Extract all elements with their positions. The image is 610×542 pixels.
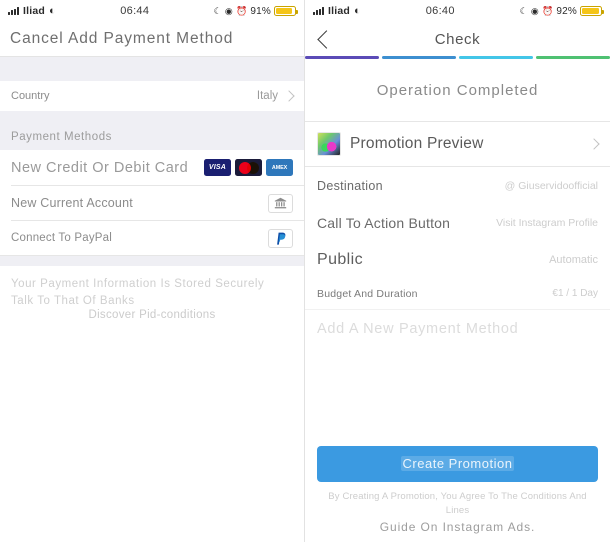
amex-icon: AMEX (266, 159, 293, 176)
signal-bars-icon (313, 7, 324, 15)
rotation-lock-icon: ◉ (530, 5, 539, 16)
chevron-right-icon (283, 90, 295, 102)
method-row-paypal[interactable]: Connect To PayPal (0, 221, 304, 255)
method-row-new-card[interactable]: New Credit Or Debit Card VISA AMEX (0, 150, 304, 185)
terms-note: By Creating A Promotion, You Agree To Th… (317, 490, 598, 537)
wifi-icon: ◐ (49, 4, 56, 17)
dual-phone-screenshot: Iliad ◐ 06:44 ☾ ◉ ⏰ 91% Cancel Add Payme… (0, 0, 610, 542)
progress-segment-2 (382, 56, 456, 59)
alarm-icon: ⏰ (541, 5, 554, 16)
progress-segment-4 (536, 56, 610, 59)
page-title-left[interactable]: Cancel Add Payment Method (10, 30, 233, 48)
bank-icon (268, 193, 293, 213)
status-right-group: ☾ ◉ ⏰ 92% (519, 5, 604, 17)
detail-label-destination: Destination (317, 178, 383, 193)
spacer-after-country (0, 111, 304, 123)
alarm-icon: ⏰ (235, 5, 248, 16)
back-chevron-icon[interactable] (317, 29, 336, 49)
clock-right: 06:40 (425, 5, 455, 17)
screen-checkout-review: Iliad ◐ 06:40 ☾ ◉ ⏰ 92% Check Operation … (305, 0, 610, 542)
screen-add-payment-method: Iliad ◐ 06:44 ☾ ◉ ⏰ 91% Cancel Add Payme… (0, 0, 305, 542)
detail-label-public: Public (317, 250, 363, 268)
detail-label-cta-button: Call To Action Button (317, 214, 451, 231)
detail-row-budget[interactable]: Budget And Duration €1 / 1 Day (305, 278, 610, 309)
battery-percent-right: 92% (556, 5, 577, 17)
detail-row-public[interactable]: Public Automatic (305, 241, 610, 278)
progress-segment-1 (305, 56, 379, 59)
operation-completed-title: Operation Completed (305, 59, 610, 121)
country-row[interactable]: Country Italy (0, 81, 304, 111)
carrier-label: Iliad (328, 5, 351, 17)
promotion-preview-label: Promotion Preview (350, 135, 484, 152)
status-right-group: ☾ ◉ ⏰ 91% (213, 5, 298, 17)
detail-label-budget: Budget And Duration (317, 287, 418, 300)
spacer-top (0, 57, 304, 81)
secure-note-line-1: Your Payment Information Is Stored Secur… (11, 278, 265, 290)
battery-low-power-icon (274, 6, 298, 16)
rotation-lock-icon: ◉ (224, 5, 233, 16)
detail-value-budget: €1 / 1 Day (552, 288, 598, 299)
do-not-disturb-icon: ☾ (213, 5, 222, 16)
detail-row-cta-button[interactable]: Call To Action Button Visit Instagram Pr… (305, 204, 610, 241)
method-label-current-account: New Current Account (11, 196, 133, 210)
promotion-thumbnail (317, 132, 341, 156)
method-label-new-card: New Credit Or Debit Card (11, 159, 189, 176)
battery-low-power-icon (580, 6, 604, 16)
promotion-preview-left: Promotion Preview (317, 132, 483, 156)
paypal-icon (268, 228, 293, 248)
add-payment-method-row[interactable]: Add A New Payment Method (305, 310, 610, 348)
create-promotion-label: Create Promotion (400, 456, 515, 471)
navbar-right: Check (305, 22, 610, 56)
status-left-group: Iliad ◐ (8, 5, 56, 17)
clock-left: 06:44 (120, 5, 150, 17)
detail-value-public: Automatic (549, 253, 598, 266)
secure-note: Your Payment Information Is Stored Secur… (0, 266, 304, 324)
terms-note-line-1: By Creating A Promotion, You Agree To Th… (328, 490, 587, 516)
card-brand-icons: VISA AMEX (204, 159, 293, 176)
country-value-group: Italy (256, 90, 295, 102)
country-value: Italy (256, 90, 278, 102)
detail-row-destination[interactable]: Destination @ Giuservidoofficial (305, 167, 610, 204)
chevron-right-icon (588, 138, 600, 150)
visa-icon: VISA (204, 159, 231, 176)
signal-bars-icon (8, 7, 19, 15)
method-row-current-account[interactable]: New Current Account (0, 186, 304, 220)
wifi-icon: ◐ (354, 4, 361, 17)
detail-value-cta-button: Visit Instagram Profile (496, 216, 598, 229)
method-label-paypal: Connect To PayPal (11, 232, 112, 244)
create-promotion-button[interactable]: Create Promotion (317, 445, 598, 482)
status-left-group: Iliad ◐ (313, 5, 361, 17)
discover-conditions-link[interactable]: Discover Pid-conditions (11, 307, 293, 324)
status-bar-right: Iliad ◐ 06:40 ☾ ◉ ⏰ 92% (305, 0, 610, 22)
country-label: Country (11, 90, 50, 102)
promotion-preview-row[interactable]: Promotion Preview (305, 122, 610, 166)
page-title-right: Check (434, 30, 481, 48)
footer-cta-area: Create Promotion By Creating A Promotion… (305, 445, 610, 542)
navbar-left: Cancel Add Payment Method (0, 22, 304, 56)
progress-segment-3 (459, 56, 533, 59)
battery-percent-left: 91% (250, 5, 271, 17)
spacer-before-note (0, 256, 304, 266)
status-bar-left: Iliad ◐ 06:44 ☾ ◉ ⏰ 91% (0, 0, 304, 22)
section-header-payment-methods: Payment Methods (0, 123, 304, 150)
terms-note-line-2[interactable]: Guide On Instagram Ads. (317, 518, 598, 536)
mastercard-icon (235, 159, 262, 176)
detail-value-destination: @ Giuservidoofficial (504, 179, 598, 192)
do-not-disturb-icon: ☾ (519, 5, 528, 16)
carrier-label: Iliad (23, 5, 46, 17)
